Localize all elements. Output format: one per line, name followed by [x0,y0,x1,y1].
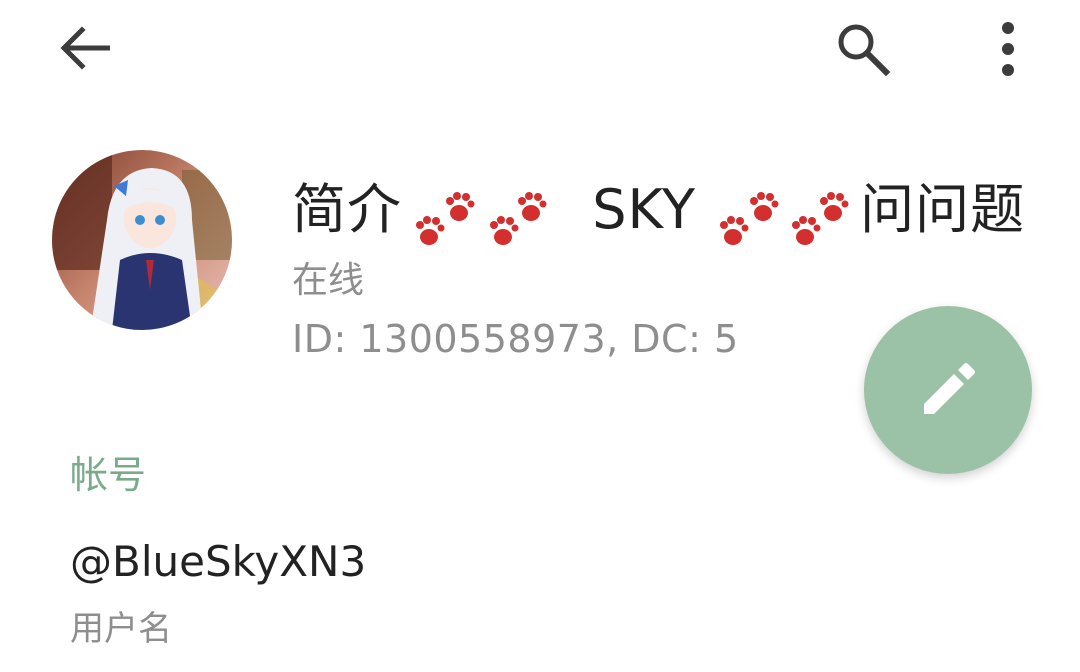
profile-name: 简介 SKY 问问题 [292,170,1052,250]
name-part-2: SKY [592,178,696,241]
more-vertical-icon [1002,22,1014,76]
paw-prints-icon [407,189,547,251]
username-label: 用户名 [70,609,172,649]
avatar[interactable] [52,150,232,330]
back-button[interactable] [54,20,114,76]
top-app-bar [0,0,1080,100]
paw-prints-icon [715,189,855,251]
online-status: 在线 [292,260,365,301]
name-part-1: 简介 [292,178,402,241]
more-options-button[interactable] [982,18,1034,80]
edit-button[interactable] [864,306,1032,474]
name-part-3: 问问题 [860,178,1026,241]
username-value[interactable]: @BlueSkyXN3 [70,534,366,590]
search-button[interactable] [832,18,894,80]
pencil-icon [924,363,975,414]
search-icon [838,24,891,77]
anime-girl-avatar-image [52,150,232,330]
account-section-title: 帐号 [70,453,147,497]
user-id-dc: ID: 1300558973, DC: 5 [292,317,739,361]
arrow-left-icon [60,26,110,70]
